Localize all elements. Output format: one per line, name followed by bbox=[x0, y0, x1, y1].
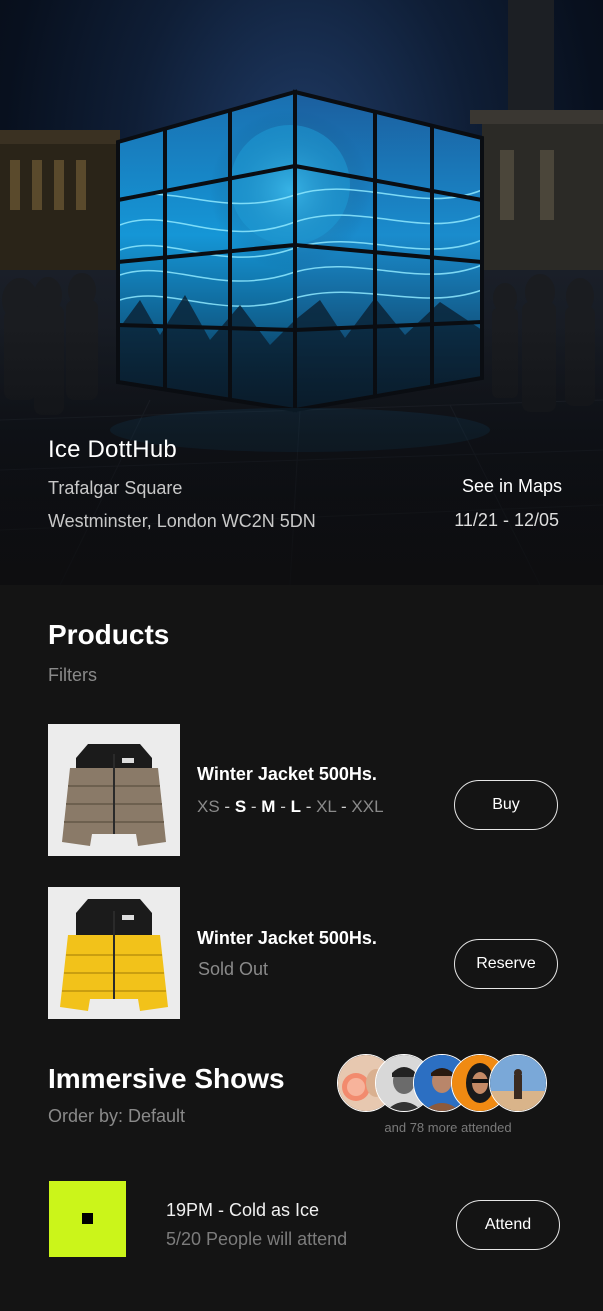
size-xl[interactable]: XL bbox=[316, 797, 336, 816]
products-title: Products bbox=[48, 619, 170, 650]
product-image-brown-jacket bbox=[48, 724, 180, 856]
avatar bbox=[489, 1054, 547, 1112]
product-card: Winter Jacket 500Hs. Sold Out Reserve bbox=[48, 887, 560, 1019]
product-name: Winter Jacket 500Hs. bbox=[197, 764, 377, 784]
product-status-sold-out: Sold Out bbox=[198, 959, 269, 979]
venue-address-line1: Trafalgar Square bbox=[48, 478, 183, 498]
attend-button[interactable]: Attend bbox=[456, 1200, 560, 1250]
product-image-yellow-jacket bbox=[48, 887, 180, 1019]
show-title: 19PM - Cold as Ice bbox=[166, 1200, 320, 1220]
filters-button[interactable]: Filters bbox=[48, 665, 97, 686]
order-by-dropdown[interactable]: Order by: Default bbox=[48, 1106, 185, 1127]
product-name: Winter Jacket 500Hs. bbox=[197, 928, 377, 948]
attendees-count-label: and 78 more attended bbox=[384, 1120, 512, 1135]
reserve-button[interactable]: Reserve bbox=[454, 939, 558, 989]
show-thumbnail-dot bbox=[82, 1213, 93, 1224]
size-m[interactable]: M bbox=[261, 797, 275, 816]
immersive-shows-title: Immersive Shows bbox=[48, 1063, 285, 1094]
venue-title: Ice DottHub bbox=[48, 436, 177, 463]
size-xs[interactable]: XS bbox=[197, 797, 220, 816]
venue-address-line2: Westminster, London WC2N 5DN bbox=[48, 511, 316, 531]
size-xxl[interactable]: XXL bbox=[351, 797, 383, 816]
show-attendance: 5/20 People will attend bbox=[166, 1229, 348, 1249]
product-card: Winter Jacket 500Hs. XS - S - M - L - XL… bbox=[48, 724, 560, 856]
size-s[interactable]: S bbox=[235, 797, 246, 816]
event-dates: 11/21 - 12/05 bbox=[454, 510, 559, 530]
see-in-maps-link[interactable]: See in Maps bbox=[462, 476, 562, 497]
attendee-avatars[interactable] bbox=[337, 1054, 561, 1112]
product-size-selector[interactable]: XS - S - M - L - XL - XXL bbox=[197, 797, 384, 817]
show-thumbnail bbox=[49, 1181, 126, 1257]
size-l[interactable]: L bbox=[291, 797, 301, 816]
buy-button[interactable]: Buy bbox=[454, 780, 558, 830]
hero-banner: Ice DottHub Trafalgar Square Westminster… bbox=[0, 0, 603, 585]
